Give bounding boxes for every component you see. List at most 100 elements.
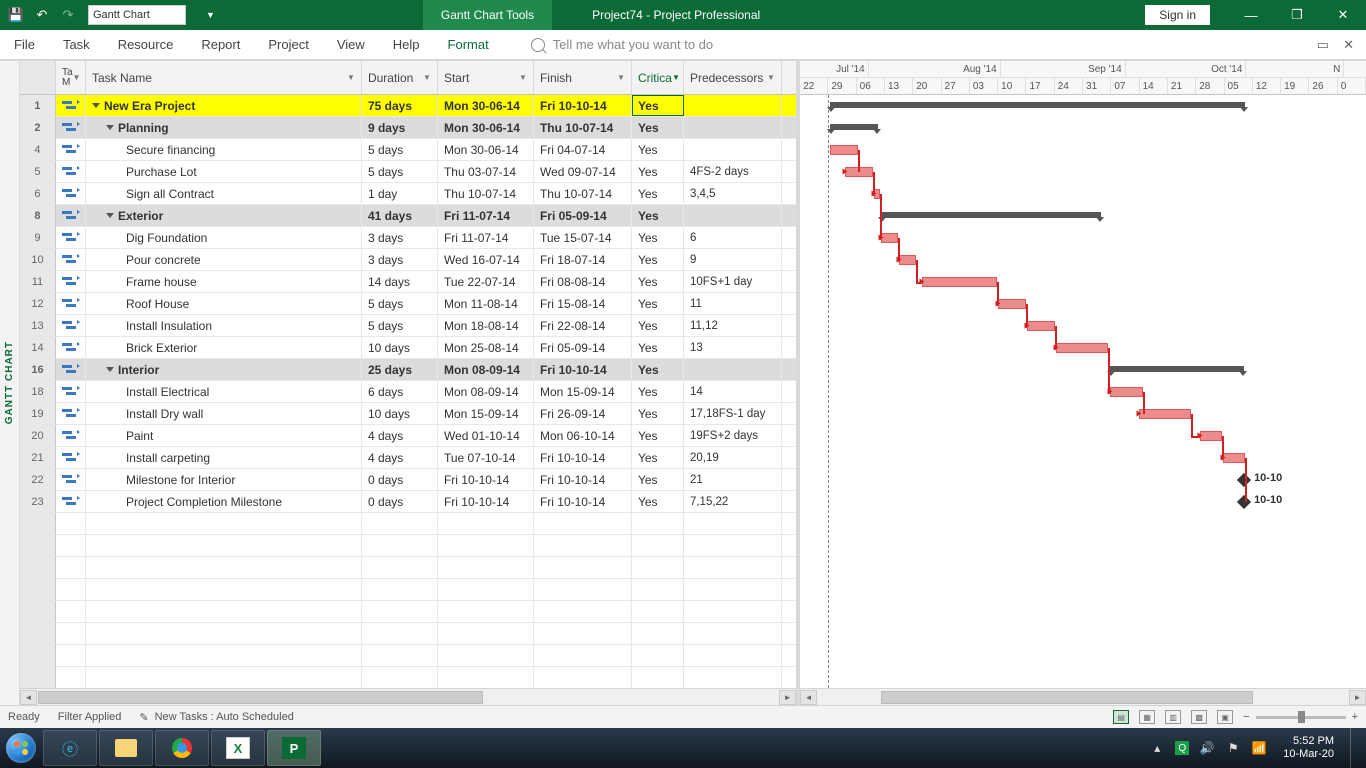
critical-cell[interactable]: Yes [632,293,684,314]
critical-cell[interactable]: Yes [632,315,684,336]
predecessors-cell[interactable]: 4FS-2 days [684,161,782,182]
task-mode-cell[interactable] [56,227,86,248]
task-mode-cell[interactable] [56,139,86,160]
milestone-marker[interactable] [1237,495,1251,509]
restore-button[interactable]: ❐ [1274,0,1320,30]
gantt-row[interactable] [800,183,1366,205]
task-row[interactable]: 23Project Completion Milestone0 daysFri … [20,491,796,513]
finish-cell[interactable]: Mon 06-10-14 [534,425,632,446]
predecessors-cell[interactable]: 3,4,5 [684,183,782,204]
task-name-cell[interactable]: Pour concrete [86,249,362,270]
task-row[interactable]: 18Install Electrical6 daysMon 08-09-14Mo… [20,381,796,403]
finish-cell[interactable]: Thu 10-07-14 [534,117,632,138]
predecessors-cell[interactable]: 14 [684,381,782,402]
duration-cell[interactable]: 5 days [362,293,438,314]
taskbar-excel[interactable]: X [211,730,265,766]
view-selector[interactable]: Gantt Chart [88,5,186,25]
taskbar-chrome[interactable] [155,730,209,766]
task-row[interactable]: 5Purchase Lot5 daysThu 03-07-14Wed 09-07… [20,161,796,183]
finish-cell[interactable]: Mon 15-09-14 [534,381,632,402]
col-rownum[interactable] [20,61,56,94]
predecessors-cell[interactable]: 13 [684,337,782,358]
summary-bar[interactable] [1110,366,1244,372]
finish-cell[interactable]: Thu 10-07-14 [534,183,632,204]
critical-cell[interactable]: Yes [632,205,684,226]
start-cell[interactable]: Mon 11-08-14 [438,293,534,314]
predecessors-cell[interactable]: 11 [684,293,782,314]
start-cell[interactable]: Wed 01-10-14 [438,425,534,446]
predecessors-cell[interactable] [684,359,782,380]
task-name-cell[interactable]: Paint [86,425,362,446]
predecessors-cell[interactable]: 17,18FS-1 day [684,403,782,424]
task-name-cell[interactable]: Project Completion Milestone [86,491,362,512]
tab-report[interactable]: Report [187,30,254,60]
col-critical[interactable]: Critica▼ [632,61,684,94]
gantt-row[interactable] [800,95,1366,117]
row-id[interactable]: 16 [20,359,56,380]
summary-bar[interactable] [830,102,1245,108]
finish-cell[interactable]: Fri 10-10-14 [534,95,632,116]
start-cell[interactable]: Mon 30-06-14 [438,139,534,160]
critical-cell[interactable]: Yes [632,249,684,270]
duration-cell[interactable]: 10 days [362,337,438,358]
critical-cell[interactable]: Yes [632,95,684,116]
gantt-row[interactable] [800,315,1366,337]
view-gantt-icon[interactable]: ▤ [1113,710,1129,724]
finish-cell[interactable]: Fri 10-10-14 [534,447,632,468]
table-body[interactable]: 1New Era Project75 daysMon 30-06-14Fri 1… [20,95,796,688]
row-id[interactable]: 22 [20,469,56,490]
tab-help[interactable]: Help [379,30,434,60]
row-id[interactable]: 10 [20,249,56,270]
finish-cell[interactable]: Fri 10-10-14 [534,469,632,490]
ribbon-collapse-icon[interactable]: ✕ [1343,37,1354,53]
row-id[interactable]: 18 [20,381,56,402]
gantt-row[interactable]: 10-10 [800,491,1366,513]
predecessors-cell[interactable]: 6 [684,227,782,248]
tray-network-icon[interactable]: 📶 [1251,740,1267,756]
task-bar[interactable] [922,277,997,287]
save-icon[interactable]: 💾 [8,7,24,23]
task-bar[interactable] [998,299,1026,309]
gantt-row[interactable] [800,425,1366,447]
task-name-cell[interactable]: Roof House [86,293,362,314]
predecessors-cell[interactable]: 21 [684,469,782,490]
start-cell[interactable]: Mon 08-09-14 [438,359,534,380]
task-row[interactable]: 20Paint4 daysWed 01-10-14Mon 06-10-14Yes… [20,425,796,447]
finish-cell[interactable]: Tue 15-07-14 [534,227,632,248]
task-name-cell[interactable]: Purchase Lot [86,161,362,182]
taskbar-explorer[interactable] [99,730,153,766]
taskbar-project[interactable]: P [267,730,321,766]
critical-cell[interactable]: Yes [632,359,684,380]
row-id[interactable]: 1 [20,95,56,116]
gantt-row[interactable] [800,381,1366,403]
gantt-row[interactable]: 10-10 [800,469,1366,491]
row-id[interactable]: 12 [20,293,56,314]
start-cell[interactable]: Mon 30-06-14 [438,117,534,138]
task-row[interactable]: 9Dig Foundation3 daysFri 11-07-14Tue 15-… [20,227,796,249]
critical-cell[interactable]: Yes [632,139,684,160]
start-cell[interactable]: Tue 22-07-14 [438,271,534,292]
gantt-row[interactable] [800,337,1366,359]
duration-cell[interactable]: 4 days [362,447,438,468]
row-id[interactable]: 5 [20,161,56,182]
task-bar[interactable] [1110,387,1143,397]
duration-cell[interactable]: 4 days [362,425,438,446]
tab-project[interactable]: Project [254,30,322,60]
duration-cell[interactable]: 75 days [362,95,438,116]
task-mode-cell[interactable] [56,183,86,204]
duration-cell[interactable]: 14 days [362,271,438,292]
task-bar[interactable] [881,233,898,243]
finish-cell[interactable]: Fri 15-08-14 [534,293,632,314]
summary-bar[interactable] [881,212,1101,218]
task-bar[interactable] [1223,453,1245,463]
summary-bar[interactable] [830,124,878,130]
row-id[interactable]: 20 [20,425,56,446]
gantt-row[interactable] [800,117,1366,139]
finish-cell[interactable]: Fri 04-07-14 [534,139,632,160]
start-cell[interactable]: Mon 15-09-14 [438,403,534,424]
task-mode-cell[interactable] [56,359,86,380]
task-mode-cell[interactable] [56,447,86,468]
scroll-right-button[interactable]: ► [1349,690,1366,705]
task-name-cell[interactable]: Install carpeting [86,447,362,468]
duration-cell[interactable]: 41 days [362,205,438,226]
